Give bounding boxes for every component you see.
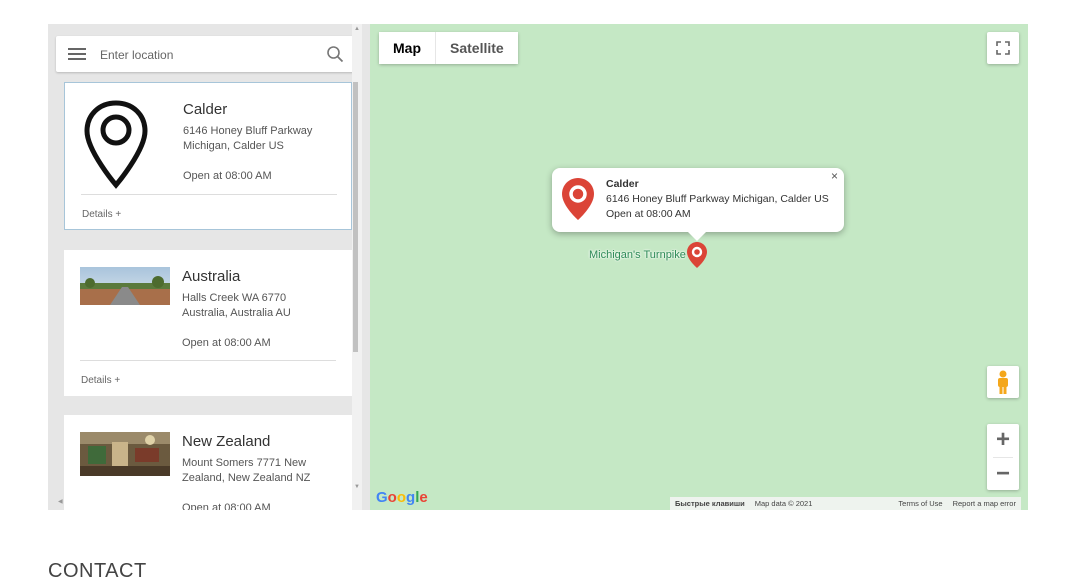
location-name: Calder xyxy=(183,101,228,118)
location-name: New Zealand xyxy=(182,433,271,450)
menu-icon[interactable] xyxy=(68,48,86,60)
info-window-title: Calder xyxy=(606,178,639,190)
details-link[interactable]: Details + xyxy=(82,209,121,220)
map-marker-icon[interactable] xyxy=(686,241,708,269)
location-sidebar: Calder 6146 Honey Bluff Parkway Michigan… xyxy=(48,24,370,510)
report-error-link[interactable]: Report a map error xyxy=(948,497,1021,510)
location-photo xyxy=(80,432,170,476)
sidebar-scrollbar[interactable]: ▲ ▼ xyxy=(352,24,362,510)
location-card[interactable]: New Zealand Mount Somers 7771 New Zealan… xyxy=(64,415,352,510)
scrollbar-thumb[interactable] xyxy=(353,82,358,352)
map-type-control: Map Satellite xyxy=(379,32,518,64)
keyboard-shortcuts-link[interactable]: Быстрые клавиши xyxy=(670,497,750,510)
location-card[interactable]: Calder 6146 Honey Bluff Parkway Michigan… xyxy=(64,82,352,230)
location-hours: Open at 08:00 AM xyxy=(182,502,271,510)
search-icon[interactable] xyxy=(326,45,344,63)
location-address: 6146 Honey Bluff Parkway Michigan, Calde… xyxy=(183,125,313,152)
street-view-button[interactable] xyxy=(987,366,1019,398)
scroll-down-icon[interactable]: ▼ xyxy=(354,484,360,490)
info-window-hours: Open at 08:00 AM xyxy=(606,208,691,220)
map-type-satellite-button[interactable]: Satellite xyxy=(436,32,518,64)
location-card[interactable]: Australia Halls Creek WA 6770 Australia,… xyxy=(64,250,352,396)
location-address: Mount Somers 7771 New Zealand, New Zeala… xyxy=(182,457,311,484)
info-window-address: 6146 Honey Bluff Parkway Michigan, Calde… xyxy=(606,193,829,205)
divider xyxy=(81,194,337,195)
map-canvas[interactable]: Map Satellite × Calder 6146 Honey Bluff … xyxy=(370,24,1028,510)
location-hours: Open at 08:00 AM xyxy=(182,337,271,349)
info-window: × Calder 6146 Honey Bluff Parkway Michig… xyxy=(552,168,844,232)
scroll-up-icon[interactable]: ▲ xyxy=(354,26,360,32)
scroll-left-icon[interactable]: ◀ xyxy=(58,498,63,505)
pegman-icon xyxy=(998,370,1008,394)
divider xyxy=(80,360,336,361)
fullscreen-button[interactable] xyxy=(987,32,1019,64)
details-link[interactable]: Details + xyxy=(81,375,120,386)
location-name: Australia xyxy=(182,268,241,285)
road-label: Michigan's Turnpike xyxy=(589,249,686,261)
zoom-in-button[interactable]: + xyxy=(987,424,1019,456)
map-data-text: Map data © 2021 xyxy=(754,499,813,508)
location-hours: Open at 08:00 AM xyxy=(183,170,272,182)
map-pin-icon xyxy=(562,178,594,220)
google-logo[interactable]: Google xyxy=(376,489,428,506)
location-search-input[interactable] xyxy=(98,36,322,74)
zoom-out-button[interactable]: − xyxy=(987,458,1019,490)
location-pin-icon xyxy=(84,100,148,189)
search-box xyxy=(56,36,354,74)
map-attribution: Быстрые клавиши Map data © 2021 Terms of… xyxy=(670,497,1021,510)
store-locator: Calder 6146 Honey Bluff Parkway Michigan… xyxy=(48,24,1028,510)
map-type-map-button[interactable]: Map xyxy=(379,32,436,64)
fullscreen-icon xyxy=(996,41,1010,55)
zoom-control: + − xyxy=(987,424,1019,490)
terms-link[interactable]: Terms of Use xyxy=(893,497,947,510)
info-window-tail xyxy=(687,231,707,241)
location-photo xyxy=(80,267,170,305)
close-icon[interactable]: × xyxy=(831,169,838,183)
location-address: Halls Creek WA 6770 Australia, Australia… xyxy=(182,292,291,319)
